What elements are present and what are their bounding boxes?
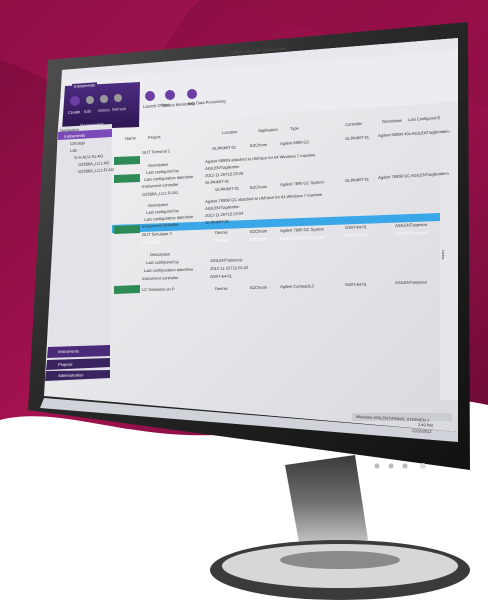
- column-description[interactable]: Description: [382, 118, 402, 124]
- column-controller[interactable]: Controller: [345, 121, 363, 127]
- column-name[interactable]: Name: [125, 135, 136, 141]
- detail-1-label-by: Last configured by: [146, 168, 179, 175]
- detail-2-label-by: Last configured by: [146, 208, 179, 215]
- row-2-type: Agilent 7890 GC System: [280, 179, 325, 187]
- tree-item-2[interactable]: G2588A_LC1-AG: [78, 160, 110, 167]
- row-4-type: Agilent 7890A GC System: [280, 234, 327, 241]
- row-1-description: Agilent 6890N 40x:AGILENT\agilentdem: [378, 128, 450, 138]
- clock-date: 11/26/2012: [411, 428, 432, 435]
- links-panel-label[interactable]: Links: [441, 250, 446, 259]
- delete-button[interactable]: Delete: [98, 107, 110, 113]
- row-3-application: EZChrom: [250, 228, 268, 234]
- column-last-configured[interactable]: Last Configured B: [408, 115, 440, 122]
- detail-3-value-by: AGILENT\atprocsi: [210, 257, 243, 263]
- row-5-description: AGILENT\atprocsi: [395, 279, 428, 285]
- row-5-location: Dennis: [215, 285, 228, 291]
- column-type[interactable]: Type: [290, 125, 299, 131]
- detail-1-value-date: 2012-11-26T15:25:28: [205, 170, 244, 178]
- row-4-application: EZChrom: [250, 236, 268, 242]
- row-2-location: GLPAIMIT-01: [215, 185, 240, 192]
- detail-2-value-by: AGILENT\agilentim: [205, 203, 240, 211]
- tree-item-3[interactable]: G2588A_LC1-Fl-AG: [78, 167, 114, 174]
- row-3-controller: GWIT-64-01: [345, 224, 367, 230]
- detail-1-value-controller: GLPAIMIT-01: [205, 178, 230, 185]
- column-project[interactable]: Project: [148, 134, 161, 140]
- row-3-name[interactable]: GUT Simulator 2: [142, 231, 172, 237]
- row-1-location: GLPAIMIT-01: [212, 144, 237, 151]
- detail-1-value-description: Agilent 6890N attached to UMVave for 64 …: [205, 152, 316, 164]
- row-5-name[interactable]: LC Simulator on P: [142, 286, 175, 292]
- detail-1-label-description: Description: [148, 161, 169, 168]
- row-3-type: Agilent 7890 GC System: [280, 226, 324, 233]
- detail-2-value-description: Agilent 7890B GC attached to UMVave for …: [205, 191, 323, 204]
- detail-1-label-controller: Instrument controller: [142, 181, 179, 189]
- create-button[interactable]: Create: [68, 109, 80, 115]
- detail-2-label-controller: Instrument controller: [142, 221, 179, 229]
- row-4-controller: GWIT-64-01: [345, 232, 367, 238]
- row-1-name[interactable]: GUT Terminal 1: [142, 148, 170, 155]
- navigation-header: Navigation: [60, 126, 80, 133]
- row-2-description: Agilent 7890B GC AGILENT\agilentdem: [378, 170, 449, 180]
- tree-item-instruments[interactable]: Instruments: [64, 133, 85, 139]
- row-1-type: Agilent 6890 GC: [280, 139, 310, 146]
- row-1-application: EZChrom: [250, 141, 268, 148]
- bottom-nav-administration[interactable]: Administration: [58, 372, 83, 378]
- detail-3-value-controller: GWIT-64-01: [210, 273, 232, 279]
- tab-instruments[interactable]: Instruments: [72, 82, 98, 89]
- tree-item-1[interactable]: G-A-ALU-01-AG: [74, 153, 103, 160]
- tree-item-lab[interactable]: Lab: [70, 148, 77, 153]
- detail-3-label-by: Last configured by: [146, 259, 179, 265]
- row-5-controller: GWIT-64-01: [345, 281, 367, 287]
- row-5-type: Agilent CompactLC: [280, 283, 315, 289]
- screen-content: Agilent OpenLAB Control Panel Instrument…: [0, 0, 488, 614]
- row-2-application: EZChrom: [250, 183, 268, 190]
- ribbon-group-label: Management: [80, 121, 104, 128]
- row-2-controller: GLPAIMIT-01: [345, 176, 370, 183]
- detail-2-value-date: 2012-11-26T15:26:04: [205, 210, 244, 218]
- clock-time: 2:49 PM: [417, 422, 433, 428]
- detail-1-value-by: AGILENT\agilentim: [205, 163, 240, 171]
- edit-data-processing-button[interactable]: Edit Data Processing: [188, 98, 226, 106]
- row-2-name[interactable]: G2588A_LC1-Fl-AG: [142, 190, 178, 197]
- refresh-button[interactable]: Refresh: [112, 106, 126, 112]
- row-4-location: Dennis: [215, 237, 228, 243]
- row-1-controller: GLPAIMIT-01: [345, 134, 370, 141]
- bottom-nav-projects[interactable]: Projects: [58, 362, 73, 367]
- row-4-description: AGILENT\atprocsi: [395, 229, 428, 236]
- bottom-nav-instruments[interactable]: Instruments: [58, 348, 79, 354]
- detail-3-label-date: Last configuration date/time: [144, 266, 194, 273]
- detail-2-value-controller: GLPAIMIT-01: [205, 218, 230, 225]
- detail-3-label-description: Description: [150, 251, 171, 257]
- detail-2-label-description: Description: [148, 201, 169, 208]
- row-4-name[interactable]: GUT 2000: [142, 239, 161, 245]
- detail-3-value-date: 2012-11-22T15:55:52: [210, 265, 249, 271]
- row-3-description: AGILENT\atprocsi: [395, 221, 428, 228]
- column-location[interactable]: Location: [222, 129, 237, 135]
- tree-item-chicago[interactable]: Chicago: [70, 140, 85, 146]
- detail-1-label-date: Last configuration date/time: [144, 174, 194, 182]
- column-application[interactable]: Application: [258, 127, 278, 133]
- row-5-application: EZChrom: [250, 284, 268, 290]
- edit-button[interactable]: Edit: [84, 109, 91, 114]
- detail-3-label-controller: Instrument controller: [142, 275, 179, 281]
- detail-2-label-date: Last configuration date/time: [144, 214, 194, 222]
- row-3-location: Dennis: [215, 229, 228, 235]
- window-title: Agilent OpenLAB Control Panel: [230, 45, 287, 55]
